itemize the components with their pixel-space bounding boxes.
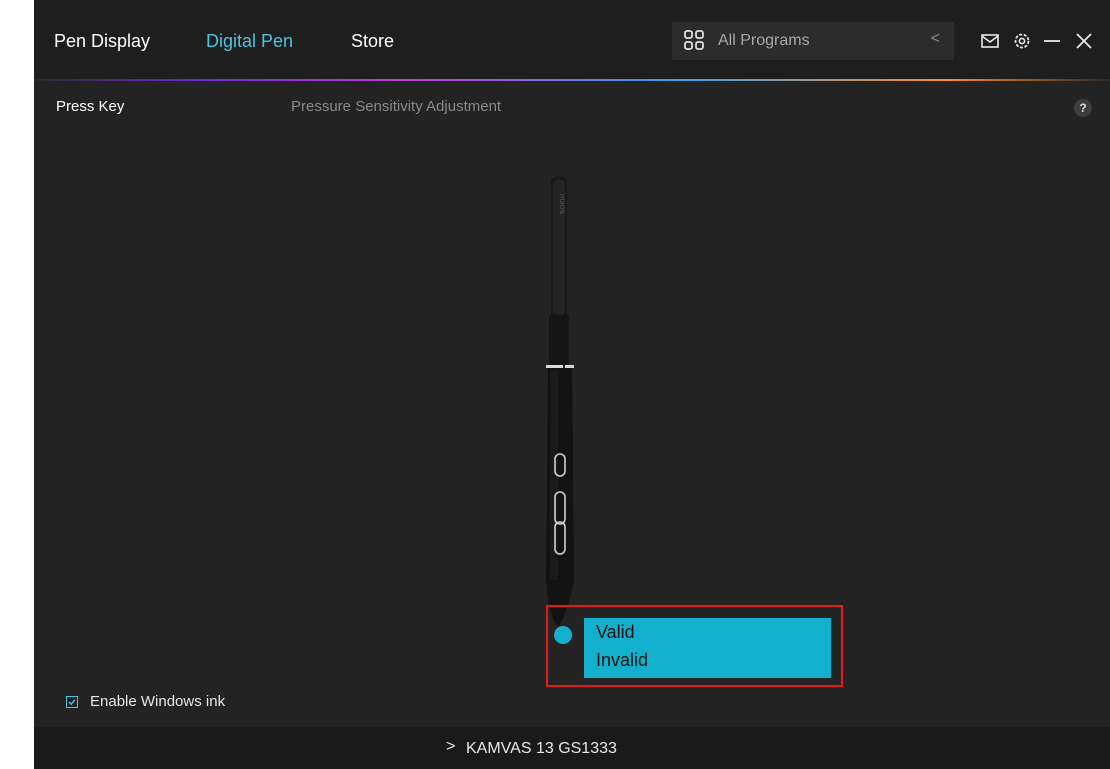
pen-tip-menu: Valid Invalid	[584, 618, 831, 678]
digital-pen-illustration: HUION	[546, 176, 574, 625]
subtab-press-key[interactable]: Press Key	[56, 98, 124, 115]
app-window: Pen Display Digital Pen Store All Progra…	[34, 0, 1110, 769]
apps-grid-icon	[684, 30, 704, 50]
pen-brand-label: HUION	[558, 194, 565, 214]
program-selector-label: All Programs	[718, 32, 810, 49]
program-selector[interactable]: All Programs <	[672, 22, 954, 60]
check-icon	[68, 699, 76, 706]
mail-icon[interactable]	[980, 31, 1000, 51]
chevron-right-icon: >	[446, 738, 456, 755]
gear-icon[interactable]	[1012, 31, 1032, 51]
pen-tip-marker[interactable]	[554, 626, 572, 644]
chevron-left-icon[interactable]: <	[931, 30, 940, 48]
device-name: KAMVAS 13 GS1333	[466, 740, 617, 757]
tab-pen-display[interactable]: Pen Display	[54, 31, 150, 52]
tab-store[interactable]: Store	[351, 31, 394, 52]
windows-ink-label: Enable Windows ink	[90, 693, 226, 710]
windows-ink-checkbox[interactable]	[66, 696, 78, 708]
device-bar[interactable]: > KAMVAS 13 GS1333	[34, 727, 1110, 769]
top-bar: Pen Display Digital Pen Store All Progra…	[34, 0, 1110, 80]
tip-option-invalid[interactable]: Invalid	[596, 650, 648, 671]
subtab-pressure-sensitivity[interactable]: Pressure Sensitivity Adjustment	[291, 98, 501, 115]
minimize-icon[interactable]	[1042, 31, 1062, 51]
close-icon[interactable]	[1074, 31, 1094, 51]
help-icon[interactable]: ?	[1074, 99, 1092, 117]
header-divider	[34, 79, 1110, 81]
tip-option-valid[interactable]: Valid	[596, 622, 635, 643]
tab-digital-pen[interactable]: Digital Pen	[206, 31, 293, 52]
